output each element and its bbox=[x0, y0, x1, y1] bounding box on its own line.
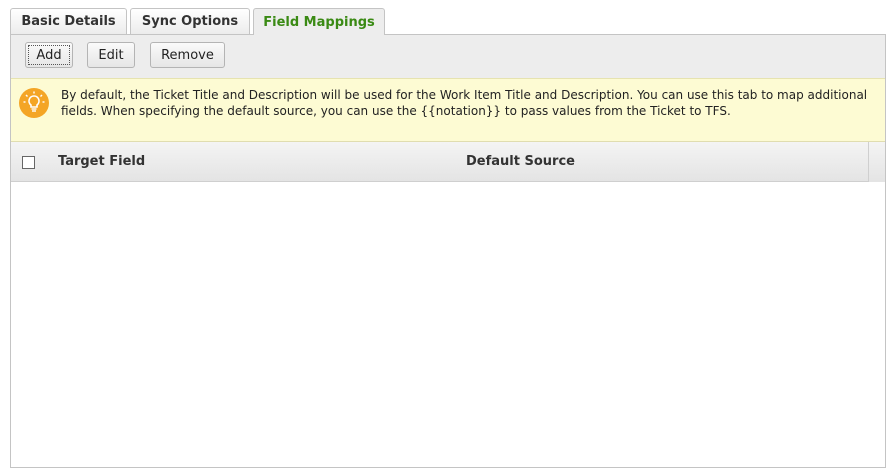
tab-basic-details[interactable]: Basic Details bbox=[10, 8, 127, 34]
info-text: By default, the Ticket Title and Descrip… bbox=[61, 88, 868, 118]
tab-sync-options[interactable]: Sync Options bbox=[130, 8, 250, 34]
column-header-default-source[interactable]: Default Source bbox=[466, 154, 575, 169]
tab-field-mappings[interactable]: Field Mappings bbox=[253, 8, 385, 35]
add-button[interactable]: Add bbox=[25, 42, 73, 68]
field-mappings-panel: Add Edit Remove By default, the Ticket T… bbox=[10, 34, 886, 468]
select-all-checkbox[interactable] bbox=[22, 156, 35, 169]
grid-header: Target Field Default Source bbox=[11, 142, 885, 182]
column-header-target-field[interactable]: Target Field bbox=[58, 154, 145, 169]
lightbulb-icon bbox=[19, 88, 49, 118]
grid-body bbox=[11, 183, 885, 467]
edit-button[interactable]: Edit bbox=[87, 42, 135, 68]
info-banner: By default, the Ticket Title and Descrip… bbox=[11, 78, 885, 142]
remove-button[interactable]: Remove bbox=[150, 42, 225, 68]
toolbar: Add Edit Remove bbox=[11, 35, 885, 78]
scrollbar-header-spacer bbox=[868, 142, 885, 182]
